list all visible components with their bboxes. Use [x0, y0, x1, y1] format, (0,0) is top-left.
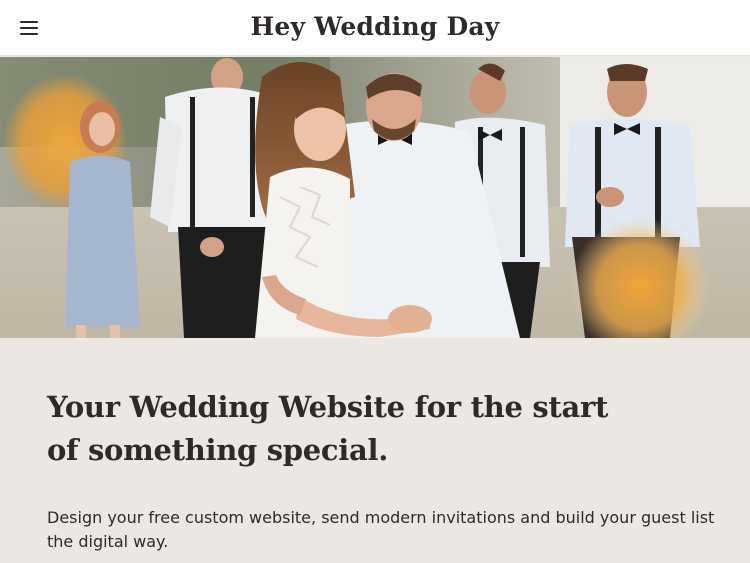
hero-content: Your Wedding Website for the start of so…: [0, 338, 750, 563]
hero-image: [0, 57, 750, 338]
site-header: Hey Wedding Day: [0, 0, 750, 56]
hero-headline: Your Wedding Website for the start of so…: [47, 390, 609, 467]
site-title[interactable]: Hey Wedding Day: [0, 12, 750, 41]
hero-description: Design your free custom website, send mo…: [47, 508, 715, 551]
